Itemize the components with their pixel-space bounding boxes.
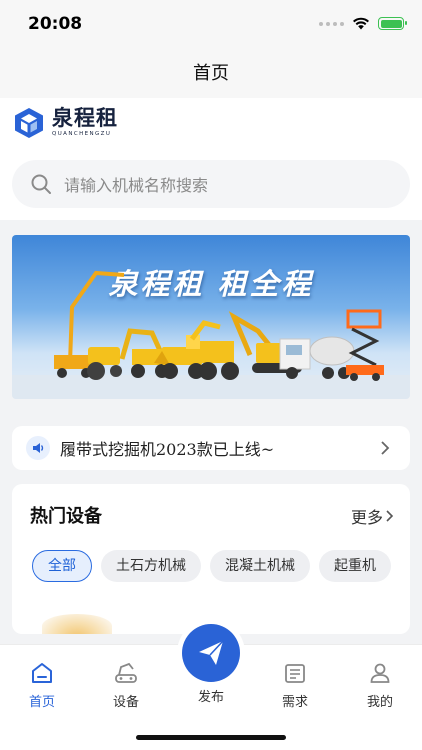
announcement-text: 履带式挖掘机2023款已上线~ <box>60 440 275 459</box>
promo-banner[interactable]: 泉程租 租全程 <box>12 235 410 399</box>
brand-logo: 泉程租 QUANCHENGZU <box>12 106 118 140</box>
list-icon <box>280 659 310 687</box>
tab-demand[interactable]: 需求 <box>265 659 325 710</box>
announcement-bar[interactable]: 履带式挖掘机2023款已上线~ <box>12 426 410 470</box>
chevron-right-icon <box>374 437 396 459</box>
more-link-label: 更多 <box>350 508 383 527</box>
tab-equipment[interactable]: 设备 <box>96 659 156 710</box>
publish-label: 发布 <box>197 690 224 705</box>
page-title: 首页 <box>193 63 229 84</box>
tab-mine[interactable]: 我的 <box>350 659 410 710</box>
category-chips: 全部 土石方机械 混凝土机械 起重机 <box>32 550 391 582</box>
section-title: 热门设备 <box>30 506 102 527</box>
tab-label: 需求 <box>281 695 308 710</box>
speaker-icon <box>26 436 50 460</box>
wifi-icon <box>353 17 369 30</box>
publish-button[interactable] <box>182 624 240 682</box>
chip-earthmoving[interactable]: 土石方机械 <box>101 550 201 582</box>
chevron-right-icon <box>386 510 394 522</box>
status-bar: 20:08 <box>0 0 422 50</box>
tab-label: 首页 <box>28 695 55 710</box>
header: 泉程租 QUANCHENGZU 请输入机械名称搜索 <box>0 98 422 220</box>
person-icon <box>365 659 395 687</box>
status-indicators <box>319 17 407 30</box>
chip-concrete[interactable]: 混凝土机械 <box>210 550 310 582</box>
home-indicator <box>136 735 286 740</box>
chip-crane[interactable]: 起重机 <box>319 550 391 582</box>
hot-equipment-section: 热门设备 更多 全部 土石方机械 混凝土机械 起重机 <box>12 484 410 634</box>
tab-label: 我的 <box>366 695 393 710</box>
machinery-illustration <box>12 270 410 399</box>
search-icon <box>31 174 51 194</box>
logo-wordmark: 泉程租 QUANCHENGZU <box>52 108 118 138</box>
nav-bar: 首页 <box>0 50 422 98</box>
logo-cube-icon <box>15 108 43 138</box>
paper-plane-icon <box>199 640 224 665</box>
status-time: 20:08 <box>28 14 83 34</box>
battery-icon <box>378 17 407 30</box>
equipment-thumbnail <box>42 614 112 634</box>
search-input[interactable]: 请输入机械名称搜索 <box>12 160 410 208</box>
more-link[interactable]: 更多 <box>351 504 394 528</box>
tab-home[interactable]: 首页 <box>12 659 72 710</box>
chip-all[interactable]: 全部 <box>32 550 92 582</box>
logo-name-cn: 泉程租 <box>52 106 118 131</box>
equipment-icon <box>111 659 141 687</box>
home-icon <box>27 659 57 687</box>
tab-label: 设备 <box>112 695 139 710</box>
search-placeholder: 请输入机械名称搜索 <box>64 176 209 195</box>
signal-dots-icon <box>319 21 344 26</box>
logo-name-en: QUANCHENGZU <box>52 131 112 138</box>
